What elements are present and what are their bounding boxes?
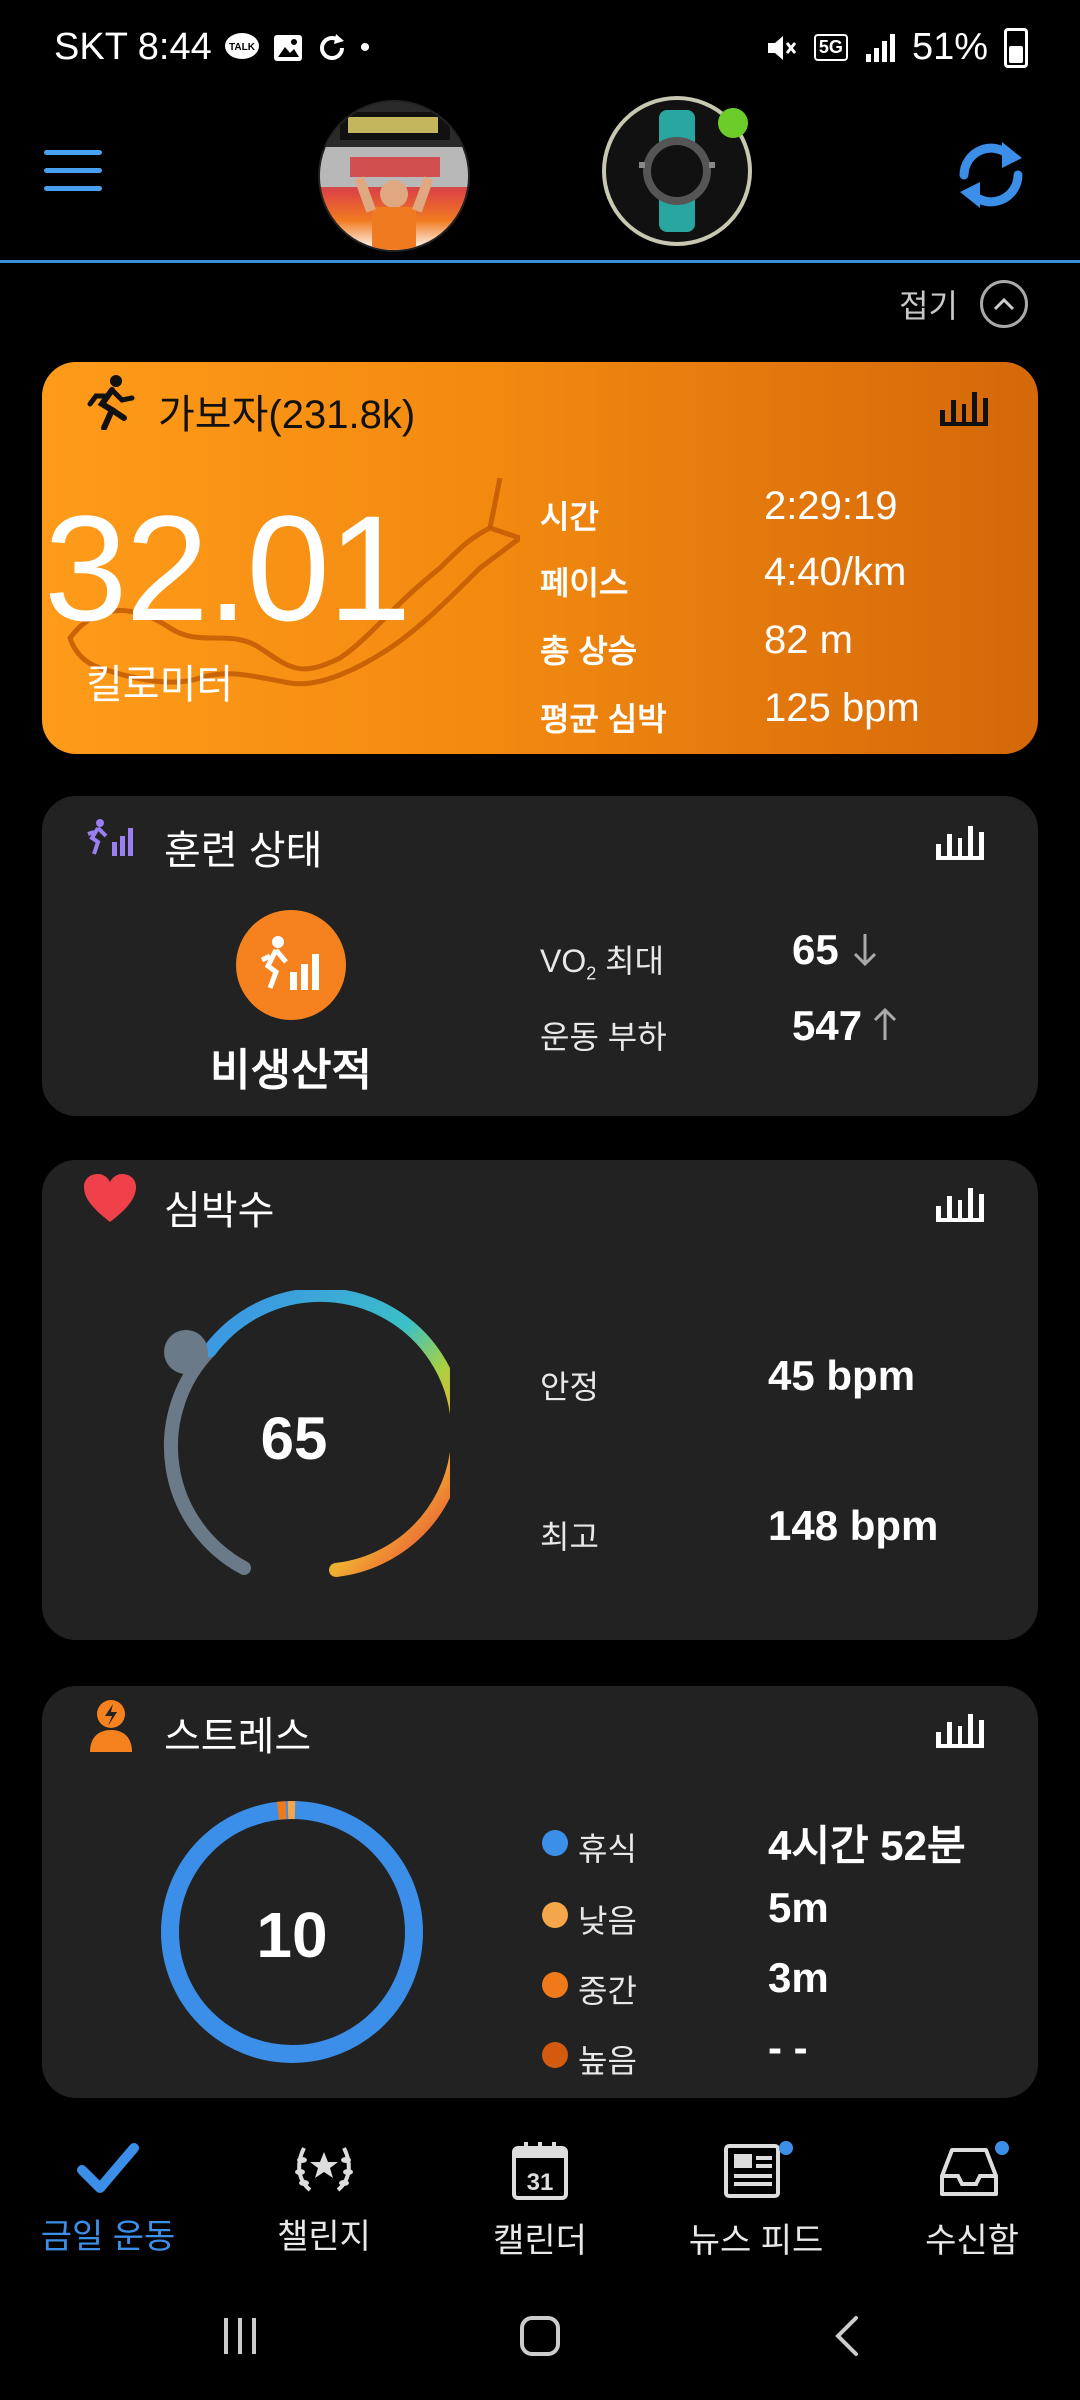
- stress-low-label: 낮음: [578, 1903, 637, 1939]
- vo2-subscript: 2: [586, 963, 597, 984]
- newspaper-icon: [724, 2141, 793, 2198]
- activity-distance: 32.01: [44, 484, 411, 652]
- stat-label-pace: 페이스: [540, 565, 629, 601]
- heart-rate-title: 심박수: [164, 1189, 275, 1233]
- arrow-down-icon: [853, 934, 877, 967]
- arrow-up-icon: [873, 1007, 897, 1040]
- nav-today[interactable]: 금일 운동: [8, 2140, 208, 2258]
- gallery-icon: [273, 34, 302, 61]
- nav-today-label: 금일 운동: [40, 2218, 176, 2256]
- nav-challenges[interactable]: 챌린지: [224, 2140, 424, 2258]
- vo2max-label: VO2 최대: [540, 936, 664, 984]
- vo2max-value: 65: [792, 926, 839, 973]
- avatar-photo: [320, 102, 468, 250]
- stress-icon: [90, 1700, 132, 1752]
- chevron-up-icon: [980, 280, 1028, 328]
- battery-icon: [1004, 27, 1028, 68]
- nav-news-feed[interactable]: 뉴스 피드: [656, 2140, 856, 2262]
- sync-icon[interactable]: [950, 134, 1032, 216]
- calendar-icon: 31: [512, 2142, 568, 2200]
- device-connected-dot: [718, 108, 748, 138]
- activity-title: 가보자(231.8k): [158, 393, 416, 437]
- max-hr-label: 최고: [540, 1519, 599, 1555]
- stress-low-dot: [542, 1902, 568, 1928]
- nav-inbox[interactable]: 수신함: [872, 2140, 1072, 2262]
- home-icon[interactable]: [518, 2314, 562, 2358]
- training-status-value: 비생산적: [210, 1046, 372, 1095]
- training-status-icon: [87, 819, 133, 856]
- heart-rate-chart-icon[interactable]: [936, 1178, 984, 1222]
- collapse-button[interactable]: 접기: [899, 280, 1028, 328]
- resting-hr-label: 안정: [540, 1369, 599, 1405]
- back-icon[interactable]: [826, 2314, 870, 2358]
- training-status-title: 훈련 상태: [164, 829, 323, 873]
- stat-value-ascent: 82 m: [764, 618, 853, 662]
- training-status-badge: [236, 910, 346, 1020]
- nav-challenges-label: 챌린지: [277, 2218, 371, 2256]
- stress-high-dot: [542, 2042, 568, 2068]
- battery-percent: 51%: [911, 26, 988, 68]
- heart-rate-current: 65: [260, 1405, 328, 1472]
- stat-value-avg-hr: 125 bpm: [764, 686, 920, 730]
- stat-value-time: 2:29:19: [764, 484, 898, 528]
- max-hr-value: 148 bpm: [768, 1502, 939, 1549]
- training-load-label: 운동 부하: [540, 1019, 667, 1055]
- resting-hr-value: 45 bpm: [768, 1352, 916, 1399]
- vo2-prefix: VO: [540, 943, 587, 979]
- menu-icon[interactable]: [44, 150, 102, 194]
- signal-icon: [865, 33, 895, 62]
- status-left: SKT 8:44 TALK •: [54, 26, 370, 69]
- heart-icon: [84, 1174, 136, 1222]
- avatar[interactable]: [318, 100, 470, 252]
- stat-label-ascent: 총 상승: [540, 633, 638, 669]
- network-badge: 5G: [813, 34, 848, 61]
- more-dot-icon: •: [359, 30, 371, 64]
- calendar-day: 31: [527, 2169, 554, 2196]
- sync-status-icon: [319, 33, 344, 60]
- svg-text:TALK: TALK: [229, 42, 256, 53]
- training-chart-icon[interactable]: [936, 816, 984, 860]
- laurel-icon: [295, 2147, 353, 2192]
- stress-medium-dot: [542, 1972, 568, 1998]
- collapse-label: 접기: [899, 288, 958, 324]
- stress-high-label: 높음: [578, 2043, 637, 2079]
- stat-label-avg-hr: 평균 심박: [540, 701, 667, 737]
- recents-icon[interactable]: [218, 2314, 262, 2358]
- stress-medium-label: 중간: [578, 1973, 637, 2009]
- status-right: 5G 51%: [764, 26, 1028, 69]
- inbox-icon: [940, 2141, 1009, 2196]
- vo2-suffix: 최대: [596, 943, 665, 979]
- nav-calendar-label: 캘린더: [493, 2222, 587, 2260]
- stress-title: 스트레스: [164, 1715, 312, 1759]
- mute-icon: [767, 35, 797, 60]
- nav-news-feed-label: 뉴스 피드: [688, 2222, 824, 2260]
- training-status-badge-icon: [260, 936, 319, 990]
- app-header: [0, 100, 1080, 263]
- talk-icon: TALK: [224, 32, 259, 59]
- stress-medium-value: 3m: [768, 1954, 829, 2001]
- activity-distance-unit: 킬로미터: [86, 663, 234, 707]
- stress-chart-icon[interactable]: [936, 1704, 984, 1748]
- stat-value-pace: 4:40/km: [764, 550, 907, 594]
- running-icon: [87, 375, 135, 430]
- nav-inbox-label: 수신함: [925, 2222, 1019, 2260]
- stress-rest-dot: [542, 1830, 568, 1856]
- stress-high-value: - -: [768, 2024, 808, 2071]
- checkmark-icon: [77, 2143, 139, 2193]
- stress-low-value: 5m: [768, 1884, 829, 1931]
- stress-rest-label: 휴식: [578, 1831, 637, 1867]
- stress-value: 10: [256, 1899, 328, 1971]
- stat-label-time: 시간: [540, 499, 599, 535]
- nav-calendar[interactable]: 31 캘린더: [440, 2140, 640, 2262]
- activity-chart-icon[interactable]: [940, 382, 988, 426]
- training-load-value: 547: [792, 1002, 863, 1049]
- stress-rest-value: 4시간 52분: [768, 1822, 966, 1869]
- carrier-time: SKT 8:44: [54, 26, 212, 68]
